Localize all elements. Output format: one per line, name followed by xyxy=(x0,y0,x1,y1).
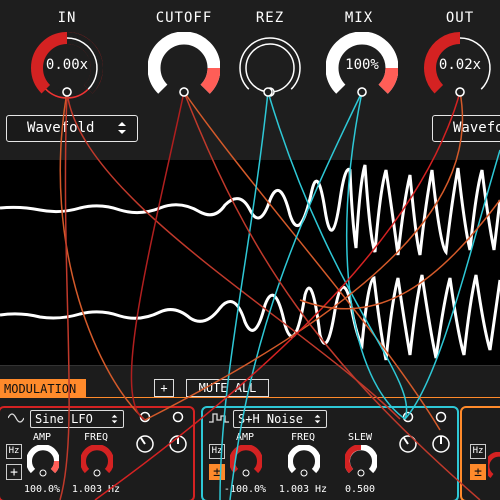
modulator-sine-lfo: Sine LFO Hz + AMP 100.0% FREQ 1.003 Hz xyxy=(0,406,195,500)
step-wave-icon xyxy=(209,413,229,423)
amp-knob[interactable] xyxy=(230,445,262,477)
freq-label: FREQ xyxy=(290,432,316,443)
waveform-top xyxy=(0,164,500,256)
mix-value: 100% xyxy=(345,57,379,73)
waveform-scope xyxy=(0,160,500,365)
amp-label: AMP xyxy=(235,432,255,443)
freq-value: 1.003 Hz xyxy=(71,484,121,495)
rez-label: REZ xyxy=(255,10,285,26)
mod-scale-jack-icon[interactable] xyxy=(431,408,451,456)
amp-value: -100.0% xyxy=(223,484,267,495)
rez-knob[interactable] xyxy=(234,32,306,104)
freq-label: FREQ xyxy=(83,432,109,443)
rez-knob-arc xyxy=(239,37,301,97)
in-knob[interactable]: 0.00x xyxy=(31,32,103,104)
mute-all-button[interactable]: MUTE ALL xyxy=(186,379,269,397)
add-modulator-button[interactable]: + xyxy=(154,379,174,397)
slew-knob[interactable] xyxy=(345,445,377,477)
modulator-sh-noise: S+H Noise Hz ± AMP -100.0% FREQ 1.003 Hz… xyxy=(201,406,459,500)
mod-scale-jack-icon[interactable] xyxy=(168,408,188,456)
polarity-toggle[interactable]: + xyxy=(6,464,22,480)
out-label: OUT xyxy=(445,10,475,26)
wavefold-select-left[interactable]: Wavefold xyxy=(6,115,138,142)
wavefold-select-right-label: Wavefold xyxy=(453,120,500,136)
effect-panel: IN 0.00x CUTOFF REZ MIX 100% OUT 0.02x W… xyxy=(0,0,500,160)
chevron-updown-icon xyxy=(111,414,118,424)
amp-knob[interactable] xyxy=(27,445,59,477)
in-label: IN xyxy=(57,10,77,26)
modulator-type-select[interactable]: Sine LFO xyxy=(30,410,124,428)
modulator-type-label: Sine LFO xyxy=(35,412,93,426)
freq-knob[interactable] xyxy=(288,445,320,477)
out-value: 0.02x xyxy=(438,57,482,73)
amp-label: AMP xyxy=(32,432,52,443)
hz-toggle[interactable]: Hz xyxy=(209,444,225,459)
mix-knob[interactable]: 100% xyxy=(325,31,399,104)
partial-knob[interactable] xyxy=(488,452,500,480)
waveform-bottom xyxy=(0,274,500,361)
waveform-display xyxy=(0,164,500,361)
amp-value: 100.0% xyxy=(23,484,61,495)
mod-output-jack-icon[interactable] xyxy=(398,408,418,456)
modulation-bar: MODULATION + MUTE ALL Sine LFO Hz + AMP … xyxy=(0,365,500,500)
modulator-third: Hz ± xyxy=(460,406,500,500)
wavefold-select-left-label: Wavefold xyxy=(27,120,95,136)
modulator-type-label: S+H Noise xyxy=(238,412,304,426)
hz-toggle[interactable]: Hz xyxy=(6,444,22,459)
modulator-type-select[interactable]: S+H Noise xyxy=(233,410,327,428)
slew-label: SLEW xyxy=(347,432,373,443)
slew-value: 0.500 xyxy=(344,484,376,495)
cutoff-knob-arc xyxy=(147,31,221,97)
polarity-toggle[interactable]: ± xyxy=(470,464,486,480)
wavefold-select-right[interactable]: Wavefold xyxy=(432,115,500,142)
cutoff-label: CUTOFF xyxy=(155,10,213,26)
freq-value: 1.003 Hz xyxy=(278,484,328,495)
in-value: 0.00x xyxy=(45,57,89,73)
modulation-tab[interactable]: MODULATION xyxy=(0,379,87,397)
mod-output-jack-icon[interactable] xyxy=(135,408,155,456)
sine-wave-icon xyxy=(8,413,24,423)
mix-label: MIX xyxy=(344,10,374,26)
chevron-updown-icon xyxy=(118,122,126,134)
cutoff-knob[interactable] xyxy=(147,31,221,104)
modulation-divider xyxy=(0,397,500,398)
freq-knob[interactable] xyxy=(81,445,113,477)
polarity-toggle[interactable]: ± xyxy=(209,464,225,480)
chevron-updown-icon xyxy=(314,414,321,424)
out-knob[interactable]: 0.02x xyxy=(424,32,496,104)
hz-toggle[interactable]: Hz xyxy=(470,444,486,459)
